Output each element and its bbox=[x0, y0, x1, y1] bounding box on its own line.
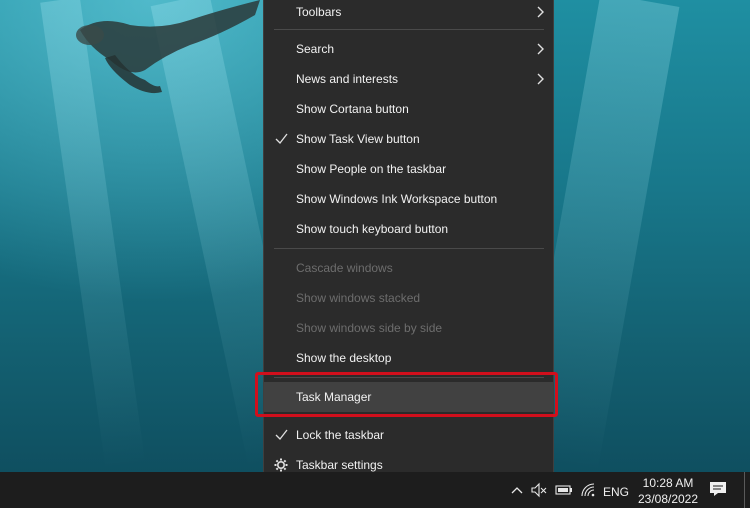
menu-item-label: Show Windows Ink Workspace button bbox=[296, 192, 498, 206]
menu-item-label: Toolbars bbox=[296, 5, 342, 19]
menu-item-label: Cascade windows bbox=[296, 261, 393, 275]
menu-item-toolbars[interactable]: Toolbars bbox=[264, 0, 553, 27]
language-indicator[interactable]: ENG bbox=[603, 485, 629, 499]
speaker-muted-icon[interactable] bbox=[531, 482, 547, 498]
checkmark-icon bbox=[275, 133, 288, 144]
menu-item-label: Show windows side by side bbox=[296, 321, 443, 335]
wifi-icon[interactable] bbox=[580, 482, 596, 498]
menu-item-label: Lock the taskbar bbox=[296, 428, 385, 442]
menu-item-cascade-windows: Cascade windows bbox=[264, 253, 553, 283]
menu-item-show-people[interactable]: Show People on the taskbar bbox=[264, 154, 553, 184]
menu-item-show-task-view[interactable]: Show Task View button bbox=[264, 124, 553, 154]
annotation-highlight-box bbox=[255, 372, 558, 417]
taskbar-clock[interactable]: 10:28 AM 23/08/2022 bbox=[636, 475, 700, 507]
chevron-right-icon bbox=[537, 43, 544, 55]
menu-item-show-ink-workspace[interactable]: Show Windows Ink Workspace button bbox=[264, 184, 553, 214]
menu-item-label: Show Task View button bbox=[296, 132, 420, 146]
action-center-icon[interactable] bbox=[708, 480, 728, 498]
menu-item-label: Show touch keyboard button bbox=[296, 222, 449, 236]
battery-icon[interactable] bbox=[555, 482, 573, 498]
chevron-right-icon bbox=[537, 6, 544, 18]
menu-item-news-and-interests[interactable]: News and interests bbox=[264, 64, 553, 94]
swimmer-image bbox=[76, 0, 260, 94]
clock-time: 10:28 AM bbox=[642, 476, 694, 490]
checkmark-icon bbox=[275, 429, 288, 440]
chevron-right-icon bbox=[537, 73, 544, 85]
menu-item-windows-stacked: Show windows stacked bbox=[264, 283, 553, 313]
menu-item-show-touch-keyboard[interactable]: Show touch keyboard button bbox=[264, 214, 553, 244]
clock-date: 23/08/2022 bbox=[637, 492, 699, 506]
show-desktop-button[interactable] bbox=[744, 472, 745, 508]
menu-item-show-desktop[interactable]: Show the desktop bbox=[264, 343, 553, 373]
menu-item-windows-side-by-side: Show windows side by side bbox=[264, 313, 553, 343]
menu-item-lock-taskbar[interactable]: Lock the taskbar bbox=[264, 420, 553, 450]
menu-separator bbox=[274, 248, 544, 249]
menu-item-label: Show the desktop bbox=[296, 351, 392, 365]
menu-item-show-cortana[interactable]: Show Cortana button bbox=[264, 94, 553, 124]
menu-item-label: Show People on the taskbar bbox=[296, 162, 447, 176]
menu-item-label: Show windows stacked bbox=[296, 291, 421, 305]
menu-item-label: News and interests bbox=[296, 72, 399, 86]
menu-item-search[interactable]: Search bbox=[264, 34, 553, 64]
chevron-up-icon[interactable] bbox=[511, 482, 523, 498]
menu-item-label: Search bbox=[296, 42, 335, 56]
menu-item-label: Show Cortana button bbox=[296, 102, 409, 116]
menu-separator bbox=[274, 29, 544, 30]
